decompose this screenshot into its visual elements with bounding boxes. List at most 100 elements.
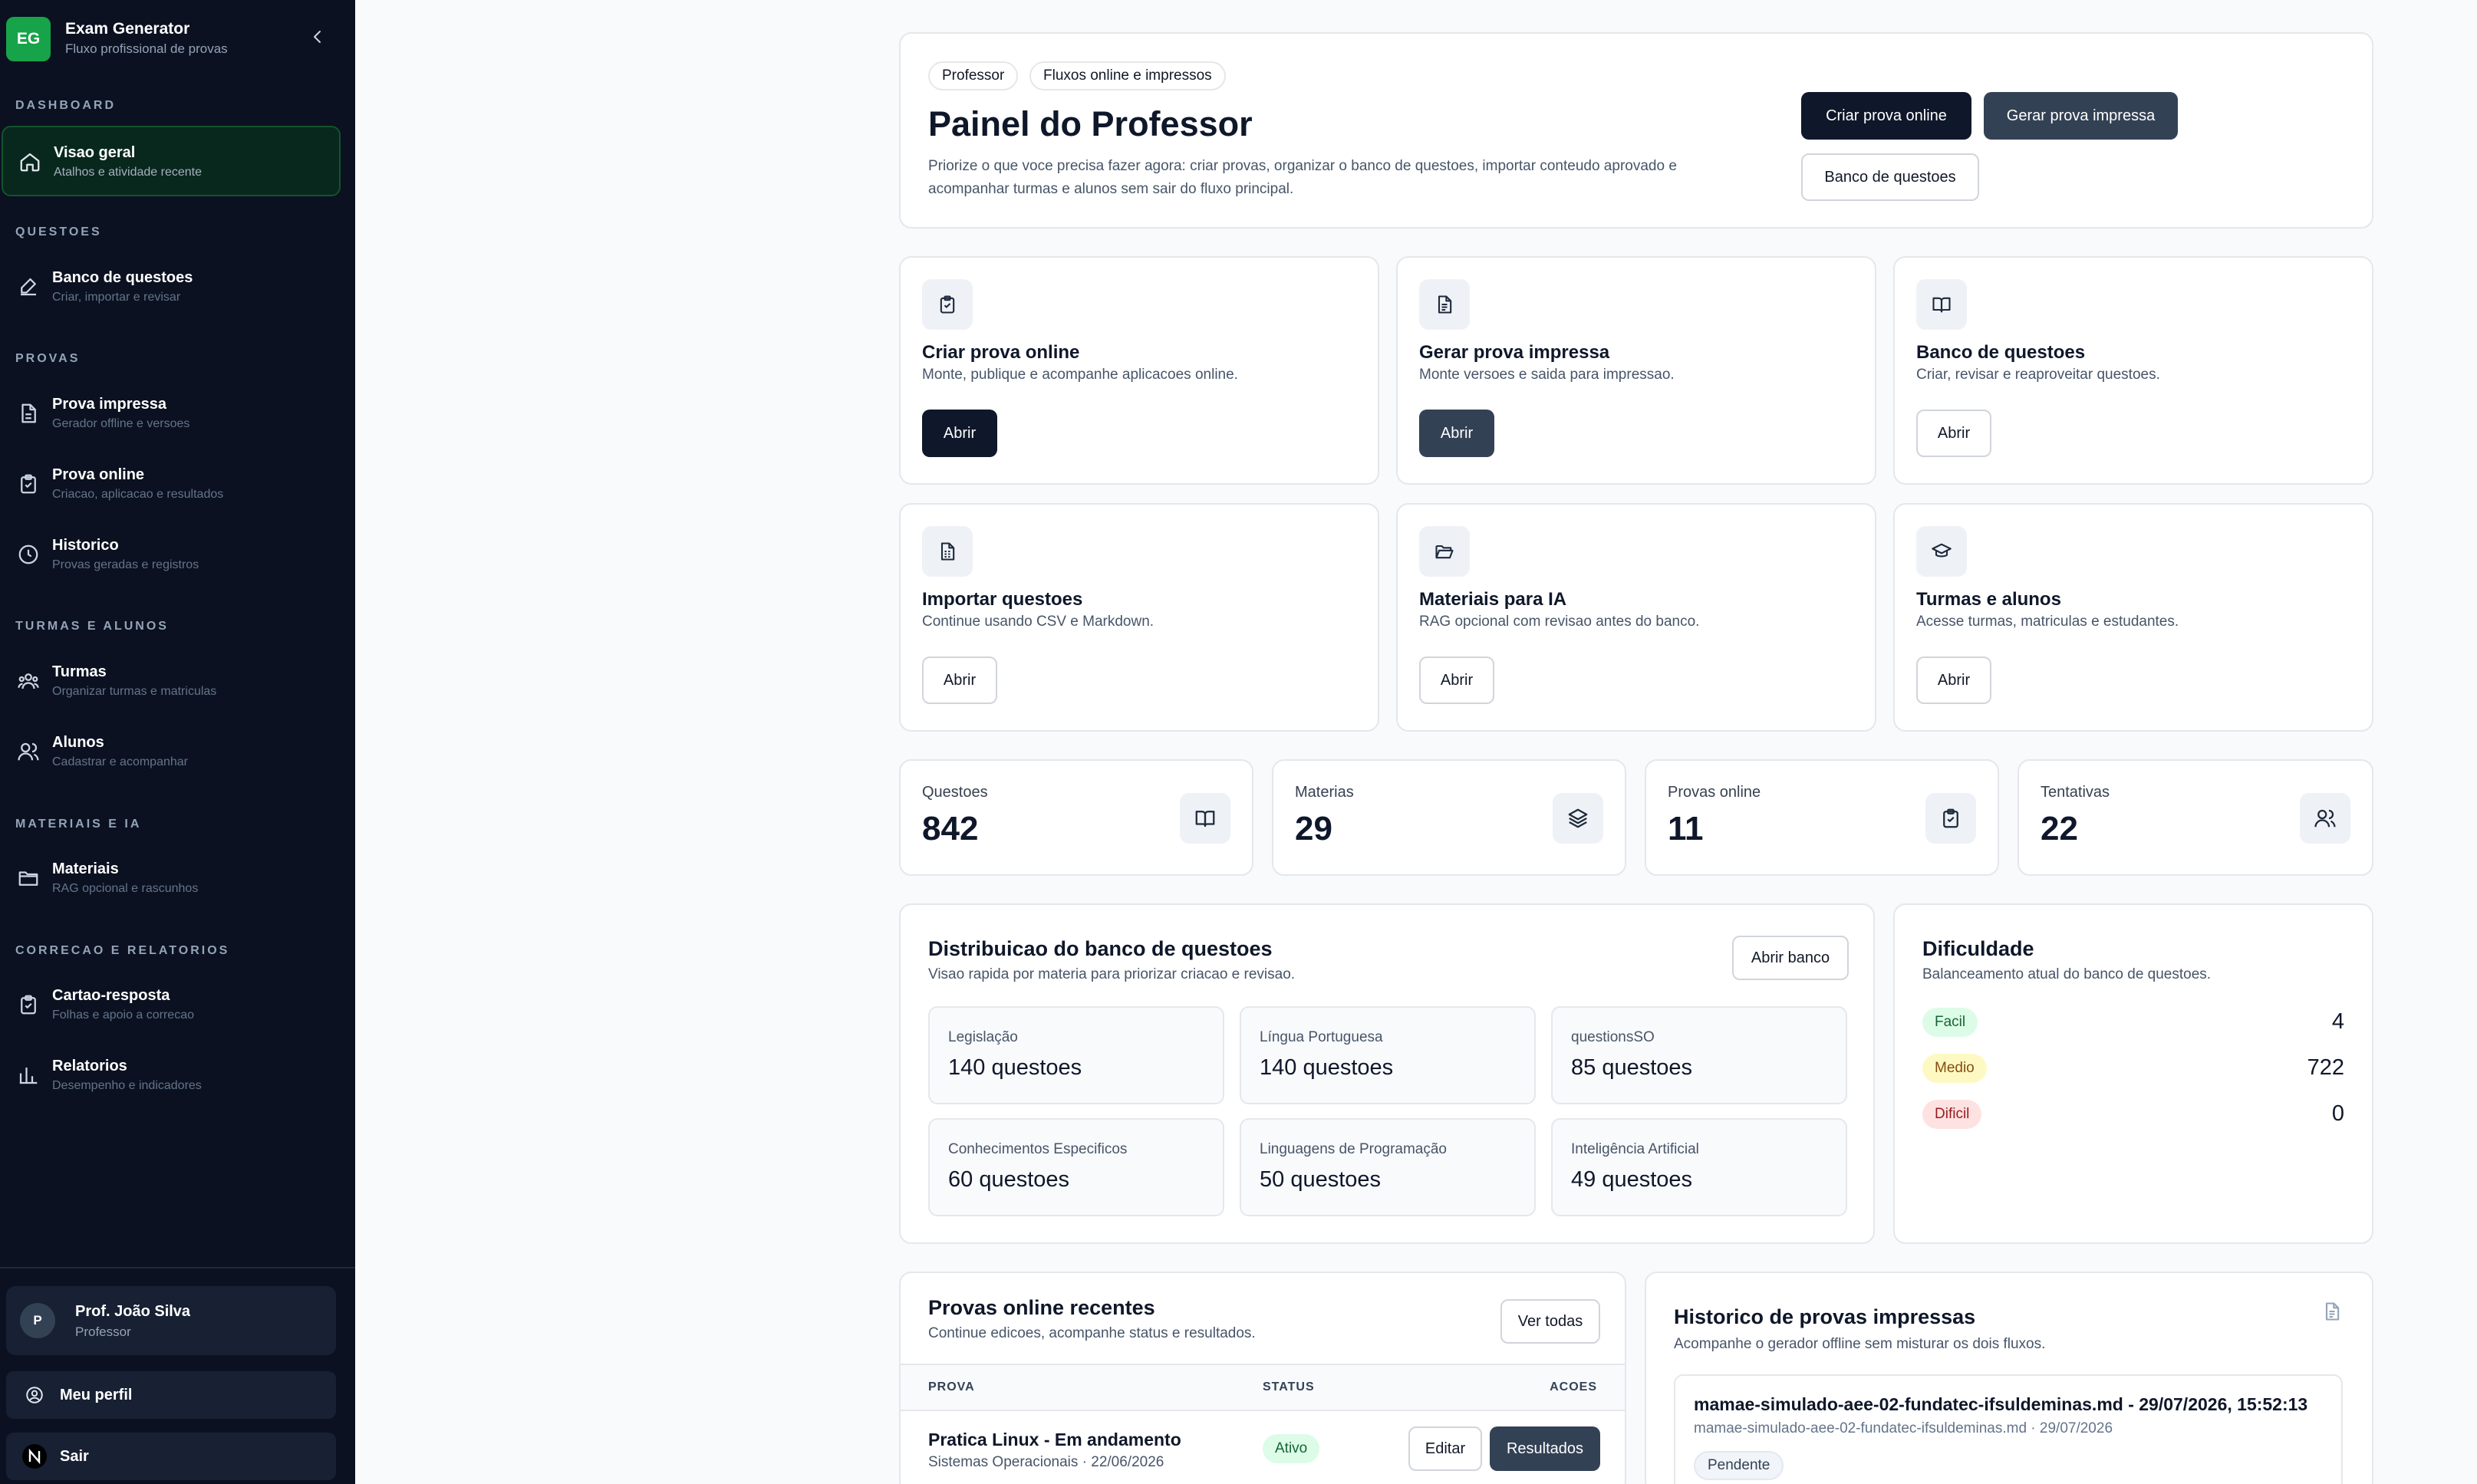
action-description: Continue usando CSV e Markdown. <box>922 614 1155 630</box>
stat-card-questoes: Questoes 842 <box>899 759 1253 876</box>
exam-name[interactable]: Pratica Linux - Em andamento <box>928 1430 1181 1450</box>
clipboard-check-icon <box>1925 793 1976 844</box>
file-spreadsheet-icon <box>922 526 973 577</box>
header-card: Professor Fluxos online e impressos Pain… <box>899 32 2373 229</box>
print-history-item[interactable]: mamae-simulado-aee-02-fundatec-ifsuldemi… <box>1674 1374 2343 1484</box>
clock-icon <box>17 543 40 566</box>
action-description: Monte versoes e saida para impressao. <box>1419 367 1675 383</box>
stat-label: Materias <box>1295 784 1354 801</box>
brand-logo: EG <box>6 17 51 61</box>
sidebar-item-banco-de-questoes[interactable]: Banco de questoes Criar, importar e revi… <box>2 252 341 323</box>
action-card-importar-questoes: Importar questoes Continue usando CSV e … <box>899 503 1379 732</box>
results-button[interactable]: Resultados <box>1490 1426 1600 1471</box>
view-all-button[interactable]: Ver todas <box>1500 1299 1600 1344</box>
sidebar-item-title: Historico <box>52 537 119 554</box>
distribution-title: Distribuicao do banco de questoes <box>928 937 1273 960</box>
action-title: Importar questoes <box>922 589 1083 610</box>
open-bank-button[interactable]: Abrir banco <box>1732 936 1849 980</box>
subject-count: 49 questoes <box>1571 1167 1693 1192</box>
role-chip: Professor <box>928 61 1019 90</box>
book-open-icon <box>1180 793 1230 844</box>
sidebar-item-turmas[interactable]: Turmas Organizar turmas e matriculas <box>2 647 341 717</box>
difficulty-title: Dificuldade <box>1922 937 2034 960</box>
subject-name: Conhecimentos Especificos <box>948 1141 1128 1157</box>
sidebar-item-title: Materiais <box>52 860 119 877</box>
stat-value: 22 <box>2041 810 2078 847</box>
recent-exams-subtitle: Continue edicoes, acompanhe status e res… <box>928 1325 1256 1341</box>
sidebar-item-subtitle: Folhas e apoio a correcao <box>52 1009 194 1022</box>
action-description: RAG opcional com revisao antes do banco. <box>1419 614 1700 630</box>
user-card[interactable]: P Prof. João Silva Professor <box>6 1286 336 1355</box>
stat-value: 11 <box>1668 810 1704 847</box>
profile-button[interactable]: Meu perfil <box>6 1371 336 1419</box>
sidebar-item-historico[interactable]: Historico Provas geradas e registros <box>2 520 341 591</box>
sidebar-item-title: Visao geral <box>54 144 136 161</box>
book-open-icon <box>1916 279 1967 330</box>
sidebar-item-subtitle: Atalhos e atividade recente <box>54 166 203 179</box>
brand-subtitle: Fluxo profissional de provas <box>65 41 228 56</box>
create-online-exam-button[interactable]: Criar prova online <box>1801 92 1971 140</box>
sidebar-item-subtitle: Criacao, aplicacao e resultados <box>52 488 224 501</box>
action-card-criar-prova-online: Criar prova online Monte, publique e aco… <box>899 256 1379 485</box>
sidebar-item-materiais[interactable]: Materiais RAG opcional e rascunhos <box>2 844 341 914</box>
page-description: Priorize o que voce precisa fazer agora:… <box>928 158 1677 197</box>
sidebar-item-title: Prova online <box>52 466 145 483</box>
history-item-title: mamae-simulado-aee-02-fundatec-ifsuldemi… <box>1694 1394 2308 1414</box>
graduation-cap-icon <box>1916 526 1967 577</box>
collapse-sidebar-button[interactable] <box>304 23 331 51</box>
sidebar-item-title: Turmas <box>52 663 107 680</box>
bar-chart-icon <box>17 1064 40 1087</box>
action-card-turmas-e-alunos: Turmas e alunos Acesse turmas, matricula… <box>1893 503 2373 732</box>
sidebar-item-prova-impressa[interactable]: Prova impressa Gerador offline e versoes <box>2 379 341 449</box>
sidebar-item-cartao-resposta[interactable]: Cartao-resposta Folhas e apoio a correca… <box>2 970 341 1041</box>
difficulty-badge-medio: Medio <box>1922 1054 1987 1083</box>
difficulty-subtitle: Balanceamento atual do banco de questoes… <box>1922 966 2212 982</box>
difficulty-value-dificil: 0 <box>2331 1101 2344 1126</box>
sidebar-item-prova-online[interactable]: Prova online Criacao, aplicacao e result… <box>2 449 341 520</box>
logout-button[interactable]: Sair <box>6 1433 336 1480</box>
difficulty-value-facil: 4 <box>2331 1009 2344 1034</box>
sidebar-item-title: Relatorios <box>52 1058 127 1074</box>
section-label-dashboard: DASHBOARD <box>15 99 116 112</box>
open-button[interactable]: Abrir <box>1419 656 1494 704</box>
sidebar-item-subtitle: Organizar turmas e matriculas <box>52 685 217 698</box>
edit-button[interactable]: Editar <box>1408 1426 1482 1471</box>
stat-card-provas-online: Provas online 11 <box>1645 759 1999 876</box>
sidebar-item-title: Alunos <box>52 734 104 751</box>
stat-label: Questoes <box>922 784 988 801</box>
table-header: PROVA STATUS ACOES <box>901 1364 1625 1411</box>
clipboard-icon <box>17 472 40 495</box>
sidebar-item-alunos[interactable]: Alunos Cadastrar e acompanhar <box>2 717 341 788</box>
history-item-meta: mamae-simulado-aee-02-fundatec-ifsuldemi… <box>1694 1420 2113 1436</box>
subject-count: 60 questoes <box>948 1167 1070 1192</box>
status-badge: Pendente <box>1694 1451 1784 1480</box>
question-bank-button[interactable]: Banco de questoes <box>1801 153 1979 201</box>
open-button[interactable]: Abrir <box>1916 656 1991 704</box>
sidebar-item-visao-geral[interactable]: Visao geral Atalhos e atividade recente <box>2 126 341 196</box>
stat-value: 29 <box>1295 810 1332 847</box>
chevron-left-icon <box>314 31 321 43</box>
page-title: Painel do Professor <box>928 104 1253 143</box>
open-button[interactable]: Abrir <box>922 410 997 457</box>
sidebar-item-subtitle: Provas geradas e registros <box>52 558 199 571</box>
sidebar-item-relatorios[interactable]: Relatorios Desempenho e indicadores <box>2 1041 341 1111</box>
open-button[interactable]: Abrir <box>1916 410 1991 457</box>
open-button[interactable]: Abrir <box>922 656 997 704</box>
difficulty-card: Dificuldade Balanceamento atual do banco… <box>1893 903 2373 1244</box>
sidebar-item-title: Prova impressa <box>52 396 166 413</box>
generate-printed-exam-button[interactable]: Gerar prova impressa <box>1984 92 2178 140</box>
subject-tile: Conhecimentos Especificos 60 questoes <box>928 1118 1224 1216</box>
layers-icon <box>1553 793 1603 844</box>
user-name: Prof. João Silva <box>75 1303 191 1320</box>
user-circle-icon <box>21 1382 48 1408</box>
stat-card-tentativas: Tentativas 22 <box>2018 759 2373 876</box>
distribution-card: Distribuicao do banco de questoes Visao … <box>899 903 1875 1244</box>
subject-name: questionsSO <box>1571 1029 1655 1045</box>
subject-name: Legislação <box>948 1029 1018 1045</box>
action-title: Materiais para IA <box>1419 589 1567 610</box>
action-description: Criar, revisar e reaproveitar questoes. <box>1916 367 2160 383</box>
folder-open-icon <box>1419 526 1470 577</box>
subject-name: Língua Portuguesa <box>1260 1029 1383 1045</box>
open-button[interactable]: Abrir <box>1419 410 1494 457</box>
difficulty-badge-facil: Facil <box>1922 1008 1978 1037</box>
